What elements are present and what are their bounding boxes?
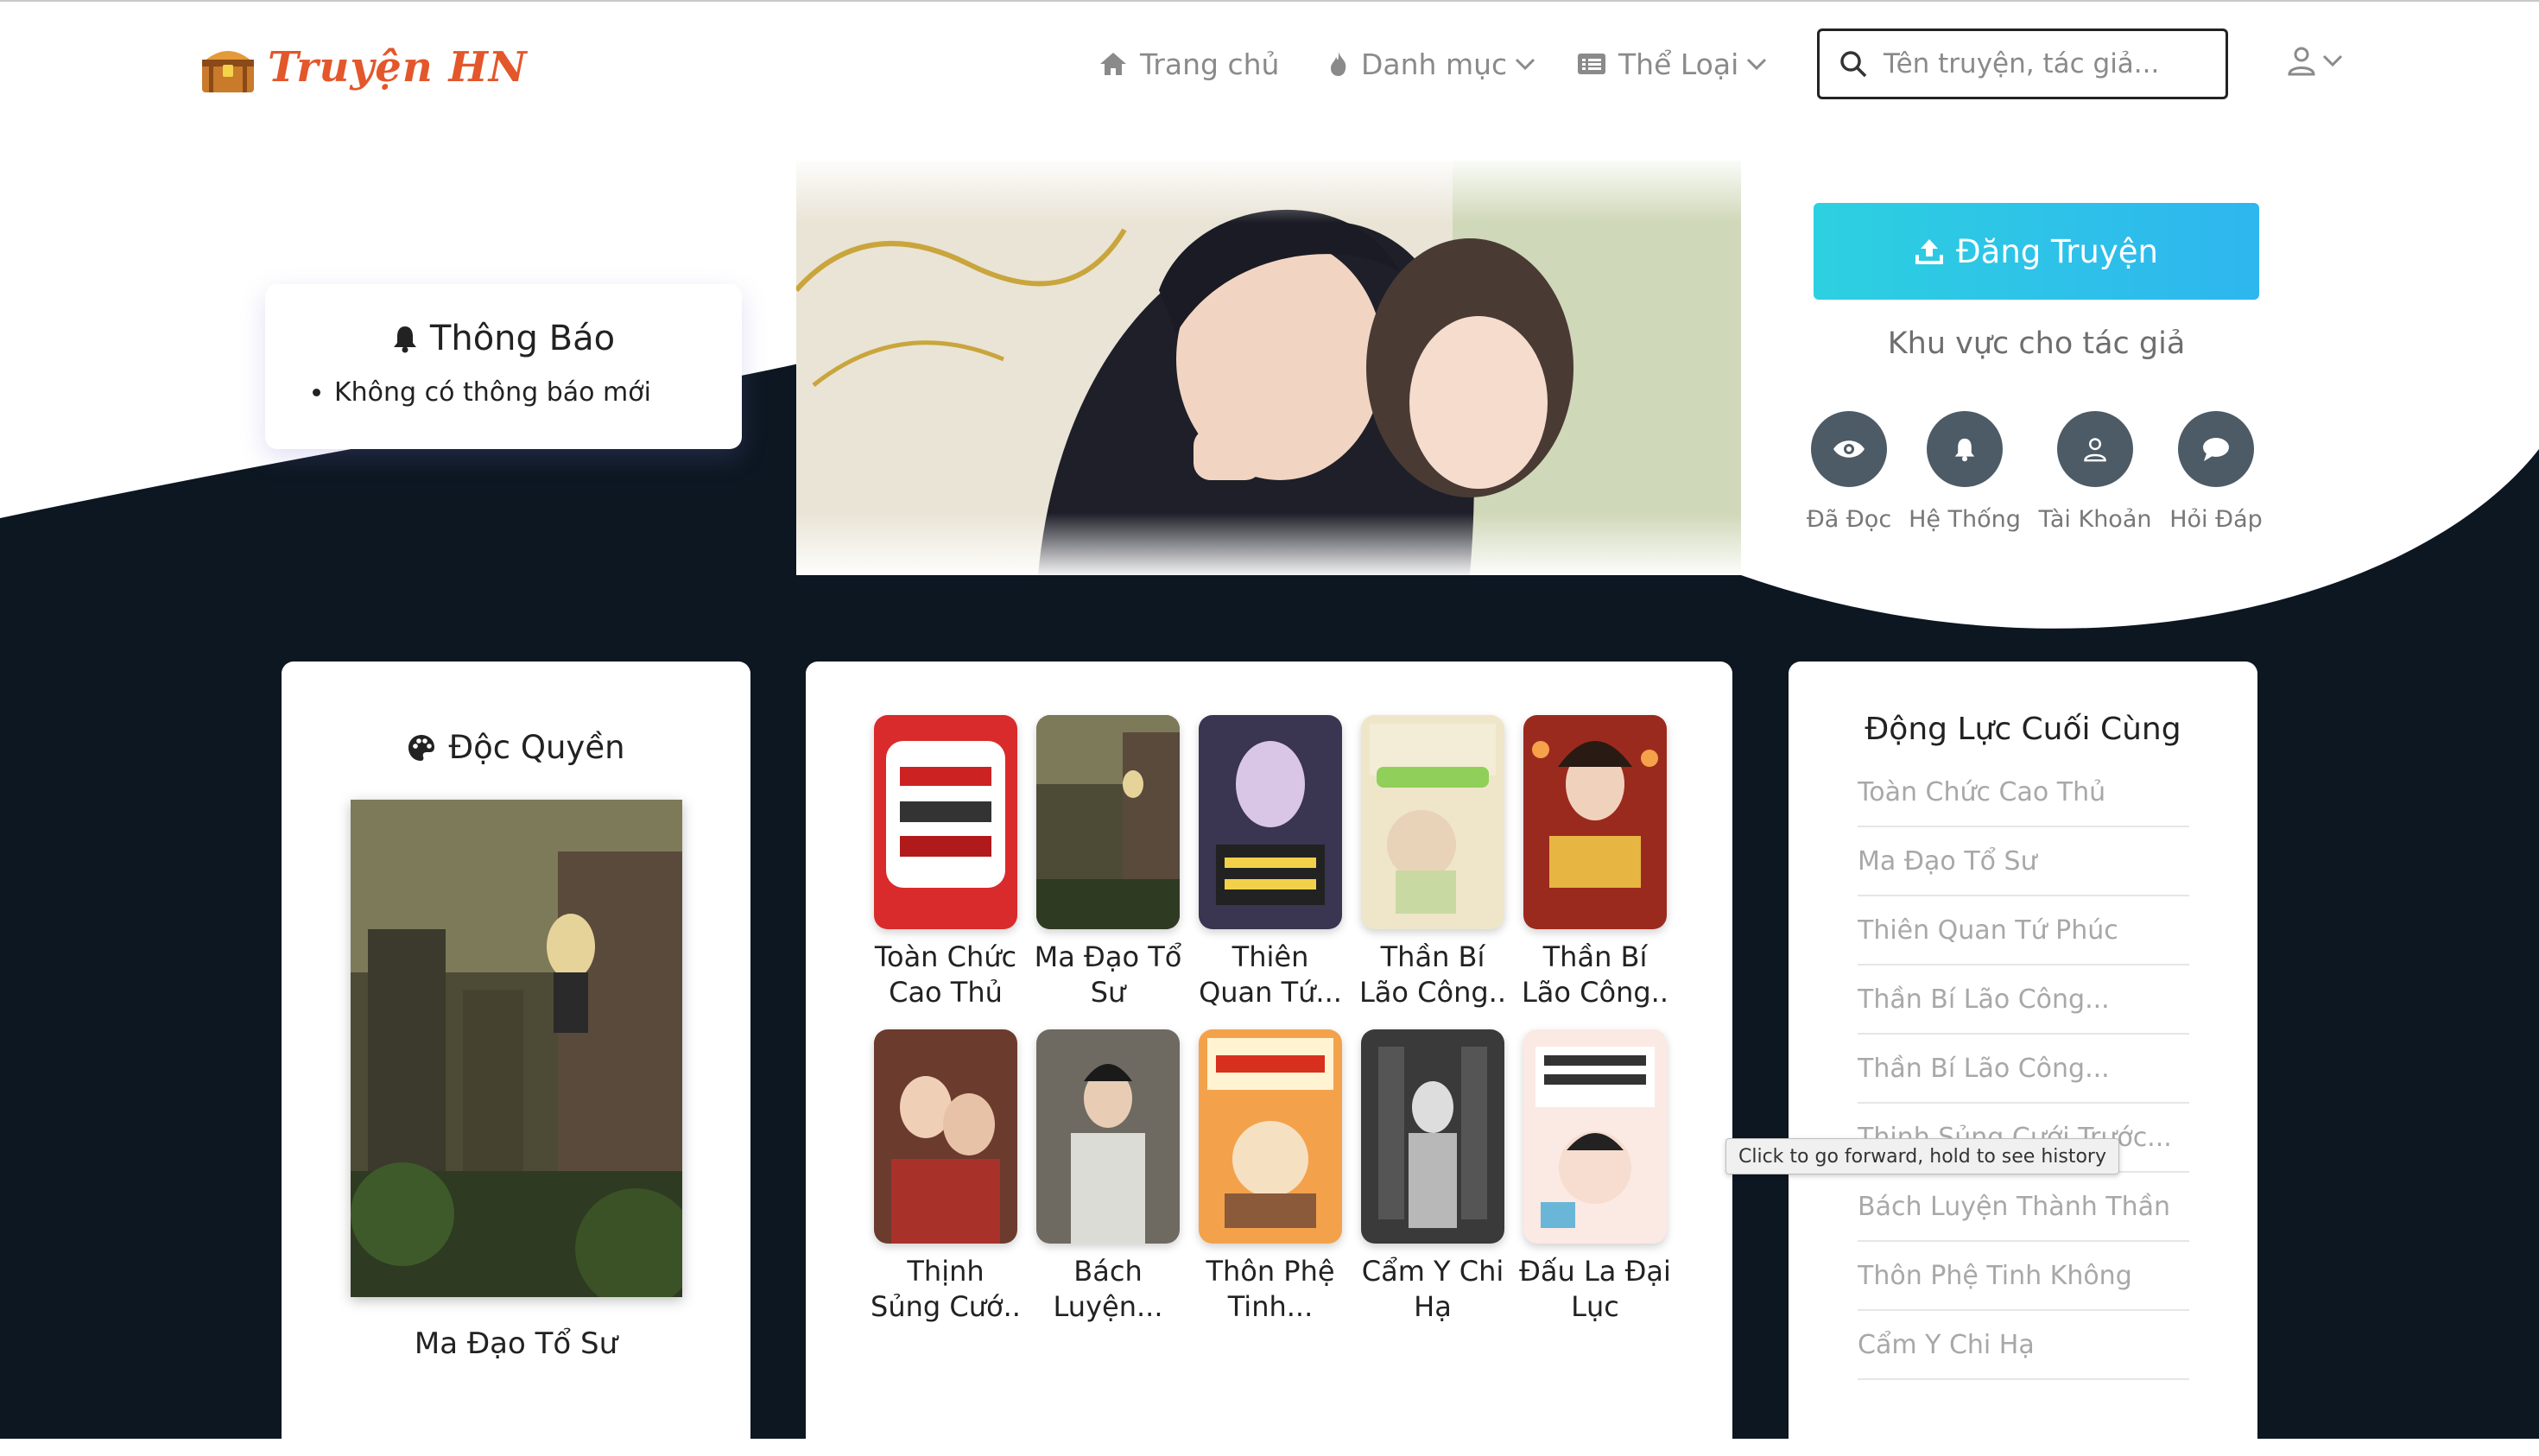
nav-genres[interactable]: Thể Loại bbox=[1577, 38, 1768, 90]
exclusive-book-cover[interactable] bbox=[351, 800, 682, 1297]
featured-books-card: Toàn Chức Cao Thủ Ma Đạo Tổ Sư Thiên Quan T… bbox=[806, 662, 1732, 1456]
user-menu[interactable] bbox=[2287, 45, 2344, 76]
book-title: Đấu La Đại Lục bbox=[1519, 1255, 1671, 1323]
treasure-chest-icon bbox=[197, 39, 259, 96]
book-item[interactable]: Bách Luyện... bbox=[1030, 1029, 1186, 1325]
hero-banner[interactable] bbox=[796, 161, 1741, 575]
notice-panel: Thông Báo Không có thông báo mới bbox=[265, 284, 742, 449]
home-icon bbox=[1100, 53, 1126, 75]
book-cover bbox=[1036, 715, 1180, 929]
book-title: Bách Luyện... bbox=[1053, 1255, 1163, 1323]
book-title: Thiên Quan Tứ... bbox=[1199, 940, 1342, 1009]
book-title: Thôn Phệ Tinh... bbox=[1206, 1255, 1335, 1323]
exclusive-card: Độc Quyền Ma Đạo Tổ Sư bbox=[282, 662, 750, 1456]
author-area-caption: Khu vực cho tác giả bbox=[1887, 326, 2186, 361]
nav-categories-label: Danh mục bbox=[1361, 47, 1508, 81]
book-cover bbox=[1523, 1029, 1667, 1244]
ranking-item[interactable]: Bách Luyện Thành Thần bbox=[1858, 1173, 2189, 1242]
book-item[interactable]: Toàn Chức Cao Thủ bbox=[868, 715, 1023, 1010]
notice-list: Không có thông báo mới bbox=[265, 377, 742, 408]
book-item[interactable]: Cẩm Y Chi Hạ bbox=[1355, 1029, 1510, 1325]
chat-icon bbox=[2178, 411, 2254, 487]
quick-link-label: Hệ Thống bbox=[1909, 506, 2021, 533]
nav-genres-label: Thể Loại bbox=[1618, 47, 1739, 81]
bell-icon bbox=[393, 326, 416, 353]
ranking-item[interactable]: Thiên Quan Tứ Phúc bbox=[1858, 896, 2189, 965]
ranking-item[interactable]: Ma Đạo Tổ Sư bbox=[1858, 827, 2189, 896]
book-title: Thần Bí Lão Công.. bbox=[1521, 940, 1669, 1009]
quick-link-faq[interactable]: Hỏi Đáp bbox=[2151, 411, 2281, 533]
book-item[interactable]: Thôn Phệ Tinh... bbox=[1193, 1029, 1348, 1325]
quick-link-system[interactable]: Hệ Thống bbox=[1900, 411, 2029, 533]
book-item[interactable]: Thiên Quan Tứ... bbox=[1193, 715, 1348, 1010]
book-title: Toàn Chức Cao Thủ bbox=[874, 940, 1017, 1009]
upload-story-button[interactable]: Đăng Truyện bbox=[1814, 203, 2259, 300]
book-cover bbox=[1361, 715, 1504, 929]
nav-home[interactable]: Trang chủ bbox=[1099, 38, 1279, 90]
motivation-title: Động Lực Cuối Cùng bbox=[1865, 712, 2181, 747]
book-cover bbox=[874, 715, 1017, 929]
ranking-item[interactable]: Toàn Chức Cao Thủ bbox=[1858, 758, 2189, 827]
book-cover bbox=[1361, 1029, 1504, 1244]
search-input[interactable]: Tên truyện, tác giả... bbox=[1884, 48, 2159, 79]
quick-link-label: Đã Đọc bbox=[1806, 506, 1892, 533]
book-cover bbox=[1523, 715, 1667, 929]
book-title: Thịnh Sủng Cướ.. bbox=[871, 1255, 1021, 1323]
book-item[interactable]: Thịnh Sủng Cướ.. bbox=[868, 1029, 1023, 1325]
nav-home-label: Trang chủ bbox=[1140, 47, 1280, 81]
book-item[interactable]: Đấu La Đại Lục bbox=[1517, 1029, 1673, 1325]
book-cover bbox=[874, 1029, 1017, 1244]
user-icon bbox=[2288, 47, 2315, 76]
bell-icon bbox=[1927, 411, 2003, 487]
search-box[interactable]: Tên truyện, tác giả... bbox=[1817, 28, 2228, 99]
nav-categories[interactable]: Danh mục bbox=[1328, 38, 1536, 90]
ranking-item[interactable]: Thần Bí Lão Công... bbox=[1858, 965, 2189, 1035]
palette-icon bbox=[408, 734, 435, 761]
quick-link-read[interactable]: Đã Đọc bbox=[1784, 411, 1914, 533]
exclusive-book-title[interactable]: Ma Đạo Tổ Sư bbox=[282, 1326, 750, 1361]
notice-item: Không có thông báo mới bbox=[334, 377, 742, 408]
book-title: Cẩm Y Chi Hạ bbox=[1361, 1255, 1504, 1323]
notice-title: Thông Báo bbox=[265, 319, 742, 358]
upload-icon bbox=[1915, 239, 1943, 264]
chevron-down-icon bbox=[1516, 58, 1535, 71]
user-icon bbox=[2057, 411, 2133, 487]
book-cover bbox=[1199, 1029, 1342, 1244]
book-item[interactable]: Ma Đạo Tổ Sư bbox=[1030, 715, 1186, 1010]
exclusive-title: Độc Quyền bbox=[282, 729, 750, 766]
quick-link-account[interactable]: Tài Khoản bbox=[2030, 411, 2160, 533]
book-title: Thần Bí Lão Công.. bbox=[1358, 940, 1507, 1009]
ranking-item[interactable]: Thôn Phệ Tinh Không bbox=[1858, 1242, 2189, 1311]
chevron-down-icon bbox=[2322, 54, 2343, 67]
quick-link-label: Tài Khoản bbox=[2038, 506, 2152, 533]
browser-tooltip: Click to go forward, hold to see history bbox=[1725, 1138, 2119, 1174]
book-title: Ma Đạo Tổ Sư bbox=[1034, 940, 1182, 1009]
site-logo[interactable]: Truyện HN bbox=[197, 33, 528, 102]
list-icon bbox=[1578, 54, 1605, 74]
eye-icon bbox=[1811, 411, 1887, 487]
search-icon bbox=[1840, 51, 1867, 78]
book-cover bbox=[1199, 715, 1342, 929]
motivation-card: Động Lực Cuối Cùng Toàn Chức Cao Thủ Ma … bbox=[1789, 662, 2257, 1456]
book-cover bbox=[1036, 1029, 1180, 1244]
ranking-item[interactable]: Thần Bí Lão Công... bbox=[1858, 1035, 2189, 1104]
ranking-item[interactable]: Cẩm Y Chi Hạ bbox=[1858, 1311, 2189, 1380]
chevron-down-icon bbox=[1747, 58, 1767, 71]
flame-icon bbox=[1331, 52, 1346, 76]
quick-link-label: Hỏi Đáp bbox=[2169, 506, 2263, 533]
brand-name: Truyện HN bbox=[268, 43, 528, 92]
book-item[interactable]: Thần Bí Lão Công.. bbox=[1355, 715, 1510, 1010]
book-item[interactable]: Thần Bí Lão Công.. bbox=[1517, 715, 1673, 1010]
